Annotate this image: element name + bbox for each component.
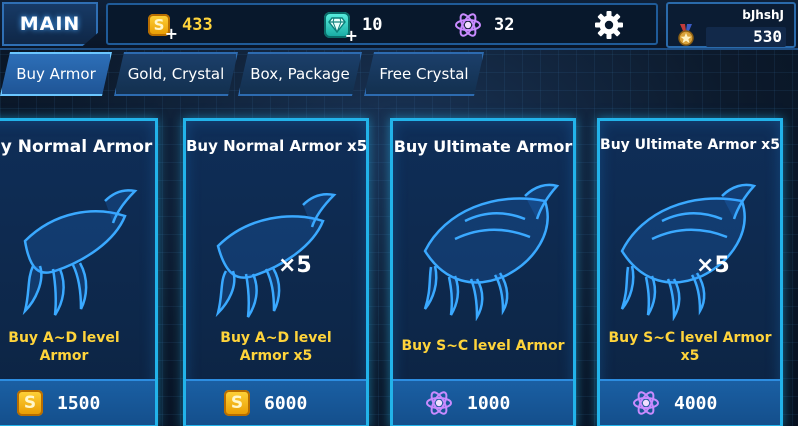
armor-claw-icon (215, 193, 337, 318)
price-value: 6000 (264, 392, 308, 414)
price-bar[interactable]: 4000 (600, 379, 780, 425)
atom-icon (632, 389, 660, 417)
coin-icon: S (224, 390, 250, 416)
crystal-icon: + (324, 12, 358, 45)
quantity-multiplier: ×5 (696, 253, 730, 278)
price-value: 1500 (57, 392, 101, 414)
price-value: 4000 (674, 392, 718, 414)
card-description: Buy A~D level Armor (8, 330, 120, 364)
ultimate-armor-icon (423, 183, 560, 321)
coin-icon: S (17, 390, 43, 416)
card-title: Buy Ultimate Armor x5 (600, 137, 780, 153)
card-description: Buy A~D level Armor x5 (220, 330, 332, 364)
atom-icon (425, 389, 453, 417)
plus-icon: + (344, 26, 358, 45)
player-profile[interactable]: bJhshJ 530 (666, 2, 796, 48)
quantity-multiplier: ×5 (278, 253, 312, 278)
coin-icon: S + (148, 14, 178, 43)
card-buy-normal-armor-x5[interactable]: Buy Normal Armor x5 ×5 Buy A~D level Arm… (183, 118, 369, 426)
currency-bar: S + 433 + 10 32 (106, 3, 658, 45)
top-bar: MAIN S + 433 + 10 32 bJhshJ 530 (0, 0, 798, 50)
gear-icon[interactable] (594, 10, 624, 40)
tab-buy-armor[interactable]: Buy Armor (0, 52, 112, 96)
ultimate-armor-icon (620, 183, 757, 321)
plus-icon: + (164, 24, 178, 43)
energy-counter: 32 (454, 11, 514, 39)
tab-box-package[interactable]: Box, Package (238, 52, 362, 96)
card-title: Buy Ultimate Armor (393, 137, 573, 156)
atom-icon (454, 11, 482, 39)
price-value: 1000 (467, 392, 511, 414)
shop-tabs: Buy Armor Gold, Crystal Box, Package Fre… (0, 52, 798, 98)
card-buy-ultimate-armor[interactable]: Buy Ultimate Armor Buy S~C level Armor 1… (390, 118, 576, 426)
gold-counter[interactable]: S + 433 (148, 11, 213, 43)
card-description: Buy S~C level Armor x5 (608, 330, 772, 364)
energy-amount: 32 (494, 15, 515, 35)
main-menu-button[interactable]: MAIN (2, 2, 98, 46)
card-title: Buy Normal Armor (0, 137, 153, 157)
card-description: Buy S~C level Armor (401, 338, 565, 354)
tab-free-crystal[interactable]: Free Crystal (364, 52, 484, 96)
crystal-counter[interactable]: + 10 (324, 11, 383, 45)
gold-amount: 433 (182, 15, 213, 35)
card-title: Buy Normal Armor x5 (186, 137, 368, 155)
player-score: 530 (706, 27, 786, 47)
price-bar[interactable]: 1000 (393, 379, 573, 425)
medal-icon (676, 24, 696, 46)
card-buy-ultimate-armor-x5[interactable]: Buy Ultimate Armor x5 ×5 Buy S~C level A… (597, 118, 783, 426)
player-name: bJhshJ (742, 8, 784, 22)
tab-gold-crystal[interactable]: Gold, Crystal (114, 52, 238, 96)
armor-claw-icon (22, 189, 138, 316)
crystal-amount: 10 (362, 15, 383, 35)
price-bar[interactable]: S 1500 (0, 379, 155, 425)
card-buy-normal-armor[interactable]: Buy Normal Armor Buy A~D level Armor S 1… (0, 118, 158, 426)
price-bar[interactable]: S 6000 (186, 379, 366, 425)
